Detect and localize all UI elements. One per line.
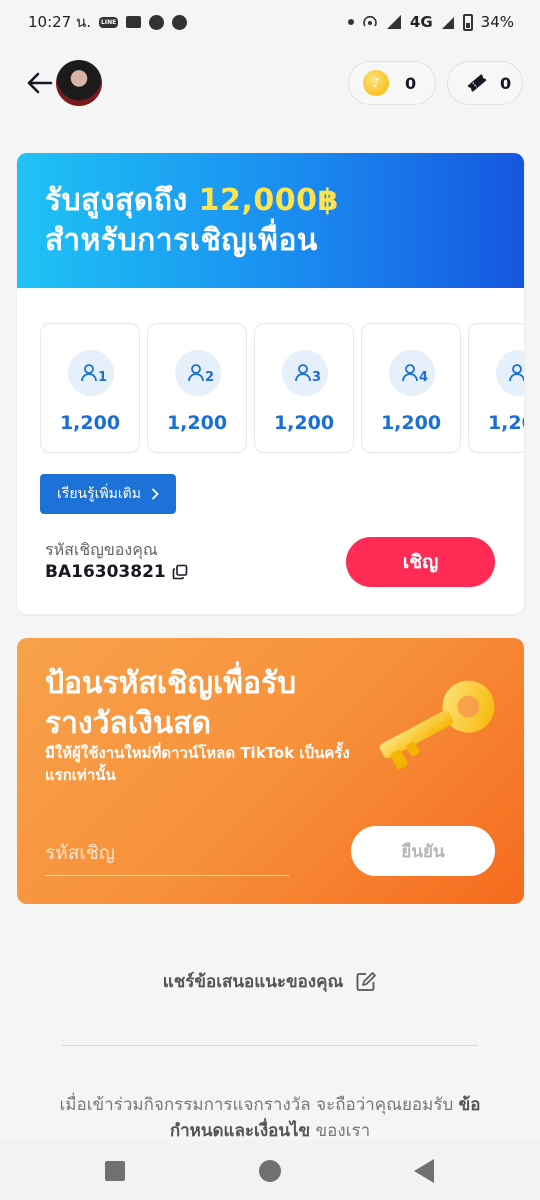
chevron-right-icon bbox=[151, 488, 159, 500]
line-app-icon: LINE bbox=[99, 16, 119, 28]
tickets-pill[interactable]: 0 bbox=[447, 61, 523, 105]
reward-step: 3 1,200 bbox=[254, 323, 354, 453]
invite-button[interactable]: เชิญ bbox=[346, 537, 495, 587]
step-reward: 1,200 bbox=[166, 412, 228, 434]
confirm-button[interactable]: ยืนยัน bbox=[351, 826, 495, 876]
invite-code-value: BA16303821 bbox=[45, 562, 166, 582]
system-back-button[interactable] bbox=[414, 1159, 434, 1183]
recent-apps-button[interactable] bbox=[105, 1161, 125, 1181]
ticket-icon bbox=[467, 74, 487, 92]
home-button[interactable] bbox=[259, 1160, 281, 1182]
edit-icon bbox=[356, 971, 377, 991]
user-icon bbox=[389, 350, 435, 396]
back-button[interactable] bbox=[22, 66, 56, 100]
terms-suffix: ของเรา bbox=[310, 1121, 371, 1141]
user-icon bbox=[175, 350, 221, 396]
step-reward: 1,200 bbox=[59, 412, 121, 434]
reward-step: 5 1,200 bbox=[468, 323, 524, 453]
invite-code-label: รหัสเชิญของคุณ bbox=[45, 540, 158, 559]
reward-step: 4 1,200 bbox=[361, 323, 461, 453]
step-reward: 1,200 bbox=[273, 412, 335, 434]
banner-amount: 12,000฿ bbox=[198, 183, 339, 218]
divider bbox=[62, 1045, 478, 1046]
feedback-label: แชร์ข้อเสนอแนะของคุณ bbox=[162, 972, 344, 992]
redeem-title: ป้อนรหัสเชิญเพื่อรับรางวัลเงินสด bbox=[45, 666, 297, 741]
reward-steps[interactable]: 1 1,200 2 1,200 3 1,200 4 1,200 1,2 bbox=[40, 323, 524, 453]
messenger-icon bbox=[149, 14, 165, 30]
redeem-subtitle: มีให้ผู้ใช้งานใหม่ที่ดาวน์โหลด TikTok เป… bbox=[45, 744, 350, 784]
invite-code: BA16303821 bbox=[45, 562, 188, 582]
battery-icon bbox=[462, 13, 473, 31]
invite-banner: รับสูงสุดถึง 12,000฿ สำหรับการเชิญเพื่อน bbox=[17, 153, 524, 288]
avatar[interactable] bbox=[56, 60, 102, 106]
tickets-count: 0 bbox=[500, 73, 512, 93]
reward-step: 2 1,200 bbox=[147, 323, 247, 453]
banner-line2: สำหรับการเชิญเพื่อน bbox=[45, 223, 318, 258]
hotspot-icon bbox=[363, 15, 377, 27]
status-bar: 10:27 น. LINE 4G 34% bbox=[0, 0, 540, 44]
user-icon bbox=[282, 350, 328, 396]
messenger-icon-2 bbox=[172, 14, 188, 30]
user-icon bbox=[496, 350, 524, 396]
redeem-code-card: ป้อนรหัสเชิญเพื่อรับรางวัลเงินสด มีให้ผู… bbox=[17, 638, 524, 904]
coin-icon: ♪ bbox=[363, 70, 389, 96]
banner-title: รับสูงสุดถึง 12,000฿ สำหรับการเชิญเพื่อน bbox=[45, 181, 524, 261]
step-reward: 1,200 bbox=[380, 412, 442, 434]
system-nav-bar bbox=[0, 1141, 540, 1200]
step-number: 4 bbox=[419, 370, 429, 385]
coins-count: 0 bbox=[405, 73, 417, 93]
header: ♪ 0 0 bbox=[0, 56, 540, 112]
status-time: 10:27 น. bbox=[28, 13, 92, 31]
reward-step: 1 1,200 bbox=[40, 323, 140, 453]
invite-friends-card: รับสูงสุดถึง 12,000฿ สำหรับการเชิญเพื่อน… bbox=[17, 153, 524, 614]
step-reward: 1,200 bbox=[487, 412, 524, 434]
copy-icon[interactable] bbox=[172, 564, 188, 580]
terms-prefix: เมื่อเข้าร่วมกิจกรรมการแจกรางวัล จะถือว่… bbox=[59, 1095, 459, 1115]
learn-more-label: เรียนรู้เพิ่มเติม bbox=[57, 486, 141, 502]
network-type: 4G bbox=[409, 13, 433, 31]
battery-level: 34% bbox=[480, 13, 514, 31]
key-icon bbox=[379, 680, 495, 770]
banner-line1: รับสูงสุดถึง bbox=[45, 183, 199, 218]
signal-icon-2 bbox=[441, 17, 454, 29]
coins-pill[interactable]: ♪ 0 bbox=[348, 61, 436, 105]
share-feedback-link[interactable]: แชร์ข้อเสนอแนะของคุณ bbox=[0, 968, 540, 995]
invite-code-input[interactable]: รหัสเชิญ bbox=[45, 830, 289, 876]
notification-dot-icon bbox=[347, 19, 354, 25]
step-number: 3 bbox=[312, 370, 322, 385]
step-number: 2 bbox=[205, 370, 215, 385]
learn-more-button[interactable]: เรียนรู้เพิ่มเติม bbox=[40, 474, 176, 514]
arrow-left-icon bbox=[27, 72, 53, 94]
message-icon bbox=[126, 16, 142, 28]
user-icon bbox=[68, 350, 114, 396]
step-number: 1 bbox=[98, 370, 108, 385]
signal-icon bbox=[386, 15, 401, 29]
invite-code-placeholder: รหัสเชิญ bbox=[45, 841, 115, 864]
terms-text: เมื่อเข้าร่วมกิจกรรมการแจกรางวัล จะถือว่… bbox=[40, 1092, 500, 1144]
